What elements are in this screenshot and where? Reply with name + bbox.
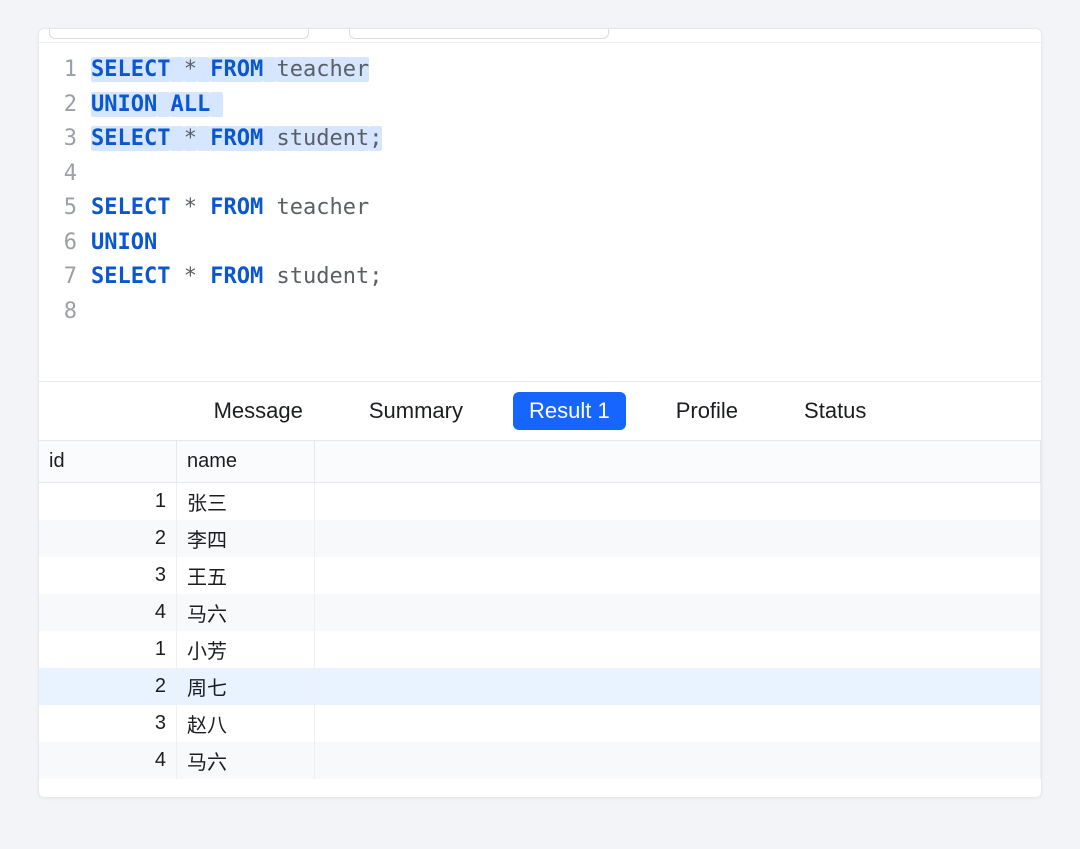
- cell-id: 3: [39, 705, 177, 742]
- line-number: 3: [39, 122, 77, 157]
- line-number: 8: [39, 295, 77, 330]
- cell-id: 1: [39, 631, 177, 668]
- table-row[interactable]: 2周七: [39, 668, 1041, 705]
- table-row[interactable]: 2李四: [39, 520, 1041, 557]
- code-line[interactable]: SELECT * FROM student;: [91, 260, 1041, 295]
- code-line[interactable]: SELECT * FROM teacher: [91, 53, 1041, 88]
- cell-empty: [315, 631, 1041, 668]
- line-number: 5: [39, 191, 77, 226]
- cell-id: 1: [39, 483, 177, 520]
- tab-status[interactable]: Status: [788, 392, 882, 430]
- code-line[interactable]: SELECT * FROM teacher: [91, 191, 1041, 226]
- table-row[interactable]: 1小芳: [39, 631, 1041, 668]
- tab-profile[interactable]: Profile: [660, 392, 754, 430]
- toolbar-dropdown-stub[interactable]: [49, 28, 309, 39]
- cell-name: 张三: [177, 483, 315, 520]
- cell-empty: [315, 668, 1041, 705]
- line-number: 7: [39, 260, 77, 295]
- cell-empty: [315, 742, 1041, 779]
- col-header-empty: [315, 441, 1041, 482]
- cell-empty: [315, 520, 1041, 557]
- results-tabbar: Message Summary Result 1 Profile Status: [39, 381, 1041, 441]
- tab-summary[interactable]: Summary: [353, 392, 479, 430]
- table-row[interactable]: 3王五: [39, 557, 1041, 594]
- code-line[interactable]: UNION: [91, 226, 1041, 261]
- cell-empty: [315, 557, 1041, 594]
- cell-empty: [315, 705, 1041, 742]
- col-header-name[interactable]: name: [177, 441, 315, 482]
- sql-editor[interactable]: 12345678 SELECT * FROM teacherUNION ALL …: [39, 43, 1041, 381]
- toolbar-dropdown-stub[interactable]: [349, 28, 609, 39]
- cell-id: 4: [39, 742, 177, 779]
- line-number: 1: [39, 53, 77, 88]
- cell-empty: [315, 594, 1041, 631]
- tab-message[interactable]: Message: [198, 392, 319, 430]
- cell-id: 2: [39, 668, 177, 705]
- cell-name: 周七: [177, 668, 315, 705]
- results-table: id name 1张三2李四3王五4马六1小芳2周七3赵八4马六: [39, 441, 1041, 779]
- toolbar: [39, 29, 1041, 43]
- table-row[interactable]: 1张三: [39, 483, 1041, 520]
- table-body: 1张三2李四3王五4马六1小芳2周七3赵八4马六: [39, 483, 1041, 779]
- cell-name: 马六: [177, 742, 315, 779]
- code-line[interactable]: [91, 157, 1041, 192]
- sql-client-panel: 12345678 SELECT * FROM teacherUNION ALL …: [38, 28, 1042, 798]
- line-number: 6: [39, 226, 77, 261]
- table-row[interactable]: 4马六: [39, 594, 1041, 631]
- cell-name: 赵八: [177, 705, 315, 742]
- table-row[interactable]: 4马六: [39, 742, 1041, 779]
- col-header-id[interactable]: id: [39, 441, 177, 482]
- cell-empty: [315, 483, 1041, 520]
- table-header-row: id name: [39, 441, 1041, 483]
- editor-gutter: 12345678: [39, 53, 91, 381]
- cell-id: 4: [39, 594, 177, 631]
- cell-id: 2: [39, 520, 177, 557]
- code-line[interactable]: SELECT * FROM student;: [91, 122, 1041, 157]
- cell-id: 3: [39, 557, 177, 594]
- code-line[interactable]: UNION ALL: [91, 88, 1041, 123]
- line-number: 2: [39, 88, 77, 123]
- cell-name: 王五: [177, 557, 315, 594]
- tab-result1[interactable]: Result 1: [513, 392, 626, 430]
- line-number: 4: [39, 157, 77, 192]
- cell-name: 李四: [177, 520, 315, 557]
- table-row[interactable]: 3赵八: [39, 705, 1041, 742]
- code-line[interactable]: [91, 295, 1041, 330]
- editor-code[interactable]: SELECT * FROM teacherUNION ALL SELECT * …: [91, 53, 1041, 381]
- cell-name: 马六: [177, 594, 315, 631]
- cell-name: 小芳: [177, 631, 315, 668]
